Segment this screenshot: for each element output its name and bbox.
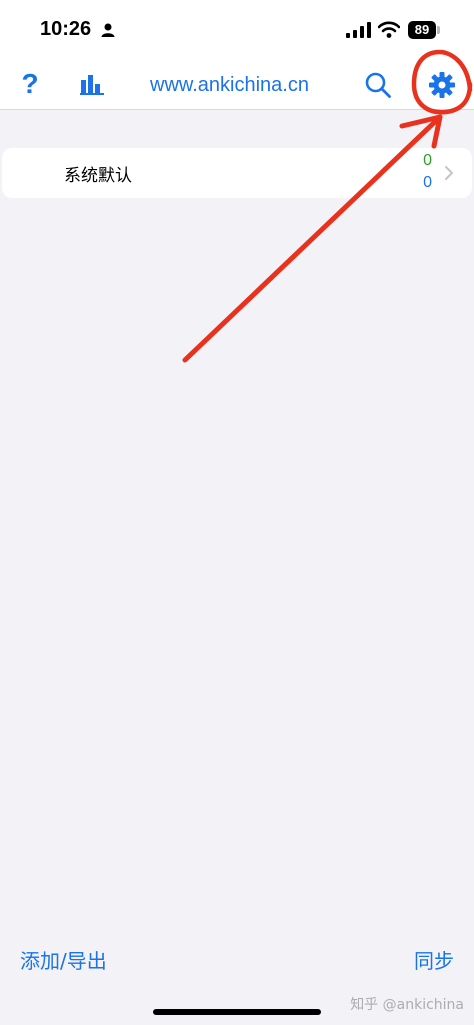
stats-icon[interactable] xyxy=(80,72,104,96)
deck-due-count: 0 xyxy=(423,174,432,191)
status-time: 10:26 xyxy=(40,18,92,40)
deck-row[interactable]: 系统默认 0 0 xyxy=(2,148,472,198)
home-indicator xyxy=(153,1009,321,1015)
signal-icon xyxy=(346,22,372,42)
nav-bar: ? www.ankichina.cn xyxy=(0,60,474,110)
deck-new-count: 0 xyxy=(423,152,432,169)
battery-tip xyxy=(437,26,440,34)
sync-button[interactable]: 同步 xyxy=(414,945,454,974)
battery-icon: 89 xyxy=(408,21,436,39)
chevron-right-icon xyxy=(444,165,454,181)
settings-icon[interactable] xyxy=(428,71,456,99)
nav-title: www.ankichina.cn xyxy=(150,74,309,96)
watermark: 知乎 @ankichina xyxy=(350,997,464,1013)
person-icon xyxy=(100,22,116,42)
search-icon[interactable] xyxy=(364,71,392,99)
wifi-icon xyxy=(377,21,401,42)
deck-name: 系统默认 xyxy=(64,166,132,186)
status-bar: 10:26 89 xyxy=(0,0,474,60)
add-export-button[interactable]: 添加/导出 xyxy=(20,945,107,974)
help-icon[interactable]: ? xyxy=(18,67,42,101)
